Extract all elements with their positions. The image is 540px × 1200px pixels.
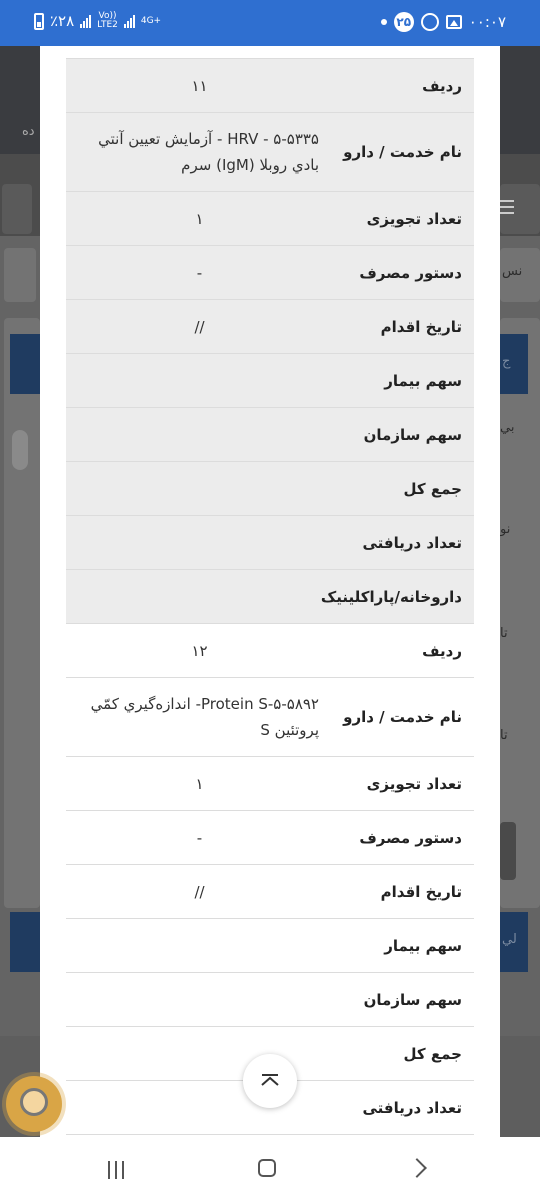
background-blue-left-2	[10, 912, 40, 972]
network-type-label: 4G+	[140, 15, 162, 26]
background-scrollbar	[12, 430, 28, 470]
field-value: ۵-۵۸۹۲-Protein S- اندازه‌گيري كمّي پروتئ…	[90, 695, 319, 739]
chevron-up-icon	[261, 1074, 279, 1086]
background-card-right: نس	[500, 248, 540, 302]
background-edge-text: نو	[500, 522, 511, 537]
background-header-text: ده	[22, 124, 35, 139]
field-label: نام خدمت / دارو	[343, 143, 462, 161]
field-label: تاريخ اقدام	[380, 317, 462, 336]
background-button	[500, 822, 516, 880]
field-value: -	[196, 263, 203, 282]
table-row: دستور مصرف -	[66, 246, 474, 300]
field-label: نام خدمت / دارو	[343, 708, 462, 726]
field-label: دستور مصرف	[359, 263, 462, 282]
table-row: تعداد دريافتى	[66, 516, 474, 570]
table-row: تاريخ اقدام //	[66, 865, 474, 919]
scroll-top-button[interactable]	[243, 1054, 297, 1108]
field-label: رديف	[422, 641, 462, 660]
field-value: ۱	[195, 209, 204, 228]
support-avatar-button[interactable]	[6, 1076, 62, 1132]
background-blue-right-2: لي	[500, 912, 528, 972]
table-row: داروخانه/پاراكلينيک	[66, 570, 474, 624]
field-label: تعداد دريافتى	[362, 533, 462, 552]
field-label: دستور مصرف	[359, 828, 462, 847]
table-row: رديف ۱۲	[66, 624, 474, 678]
background-edge-text: تا	[500, 728, 508, 743]
field-value: ۱	[195, 774, 204, 793]
background-edge-text: نس	[502, 264, 523, 279]
field-label: جمع كل	[403, 1044, 462, 1063]
field-value: //	[194, 882, 205, 901]
details-table: رديف ۱۱ نام خدمت / دارو ۵-۵۳۳۵ - HRV - آزما…	[66, 58, 474, 1135]
background-form-right	[500, 318, 540, 908]
clock: ۰۰:۰۷	[468, 13, 506, 31]
table-row: جمع كل	[66, 462, 474, 516]
status-bar: ٪۲۸ Vo)) LTE2 4G+ ۲۵ ۰۰:۰۷	[0, 0, 540, 46]
table-row: رديف ۱۱	[66, 59, 474, 113]
back-icon[interactable]	[407, 1158, 427, 1178]
field-label: داروخانه/پاراكلينيک	[320, 587, 462, 606]
system-nav-bar	[0, 1137, 540, 1200]
field-label: تعداد تجويزى	[366, 774, 462, 793]
table-row: نام خدمت / دارو ۵-۵۳۳۵ - HRV - آزمايش تعي…	[66, 113, 474, 192]
field-label: تعداد تجويزى	[366, 209, 462, 228]
notification-dot-icon	[380, 19, 387, 25]
table-row: تعداد تجويزى ۱	[66, 757, 474, 811]
lte-label: LTE2	[97, 20, 118, 30]
field-value: -	[196, 828, 203, 847]
background-blue-right: ج	[500, 334, 528, 394]
table-row: سهم سازمان	[66, 973, 474, 1027]
background-form-left	[4, 318, 40, 908]
field-label: جمع كل	[403, 479, 462, 498]
table-row: سهم بيمار	[66, 919, 474, 973]
table-row: تاريخ اقدام //	[66, 300, 474, 354]
menu-icon	[500, 200, 514, 214]
signal-icon	[80, 14, 92, 28]
network-label: Vo)) LTE2	[97, 12, 118, 30]
field-label: سهم سازمان	[363, 425, 462, 444]
table-row: تعداد تجويزى ۱	[66, 192, 474, 246]
home-icon[interactable]	[258, 1159, 276, 1177]
background-nav-left-button	[2, 184, 32, 234]
field-value: ۱۱	[191, 76, 208, 95]
table-row: دستور مصرف -	[66, 811, 474, 865]
details-modal[interactable]: رديف ۱۱ نام خدمت / دارو ۵-۵۳۳۵ - HRV - آزما…	[40, 46, 500, 1137]
table-row: سهم بيمار	[66, 354, 474, 408]
field-label: تعداد دريافتى	[362, 1098, 462, 1117]
notification-badge: ۲۵	[393, 12, 414, 32]
background-edge-text: لي	[502, 932, 517, 947]
gallery-icon	[445, 15, 462, 29]
field-label: سهم سازمان	[363, 990, 462, 1009]
field-label: رديف	[422, 76, 462, 95]
background-blue-left	[10, 334, 40, 394]
field-value: ۱۲	[191, 641, 208, 660]
background-edge-text: تا	[500, 626, 508, 641]
field-label: تاريخ اقدام	[380, 882, 462, 901]
signal-icon-2	[123, 14, 135, 28]
table-row: سهم سازمان	[66, 408, 474, 462]
field-value: //	[194, 317, 205, 336]
table-row: نام خدمت / دارو ۵-۵۸۹۲-Protein S- اندازه‌…	[66, 678, 474, 757]
whatsapp-icon	[420, 13, 439, 31]
background-edge-text: ج	[502, 354, 511, 369]
field-label: سهم بيمار	[384, 936, 462, 955]
battery-percent: ٪۲۸	[50, 12, 75, 30]
background-edge-text: بي	[500, 420, 515, 435]
status-left-group: ٪۲۸ Vo)) LTE2 4G+	[34, 12, 161, 30]
field-label: سهم بيمار	[384, 371, 462, 390]
support-avatar-icon	[20, 1088, 48, 1116]
recent-apps-icon[interactable]	[108, 1161, 128, 1179]
background-card-left	[4, 248, 36, 302]
status-right-group: ۲۵ ۰۰:۰۷	[380, 12, 506, 32]
field-value: ۵-۵۳۳۵ - HRV - آزمايش تعيين آنتي بادي رو…	[98, 130, 319, 174]
battery-icon	[34, 12, 44, 30]
